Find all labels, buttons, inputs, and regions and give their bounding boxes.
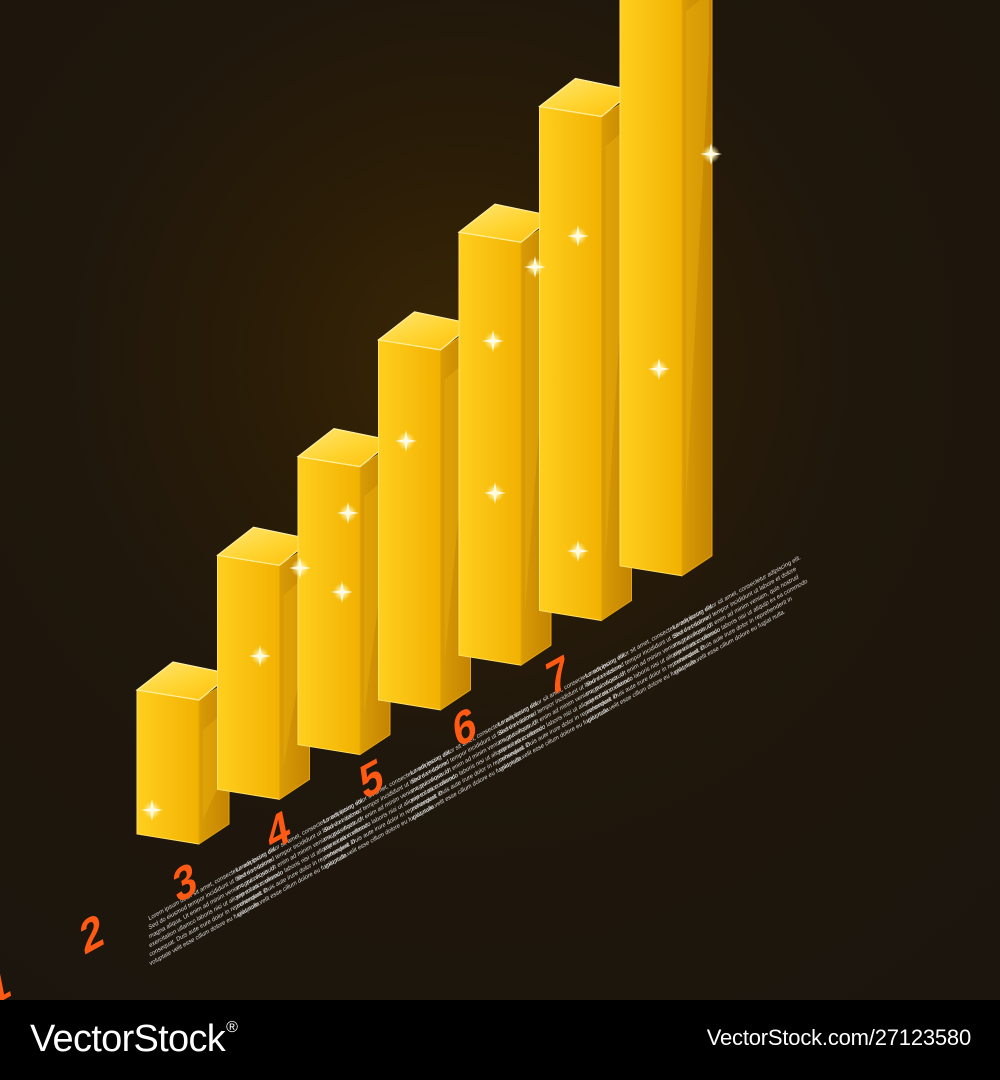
bar-7 — [619, 0, 713, 577]
category-label-1: 1 — [0, 954, 14, 1000]
bar-4 — [377, 311, 474, 711]
bar-front-face — [136, 689, 200, 845]
bar-front-face — [217, 554, 280, 800]
category-label-2: 2 — [76, 902, 107, 965]
trademark-symbol: ® — [226, 1019, 238, 1036]
bar-front-face — [458, 231, 522, 666]
bar-6 — [538, 77, 635, 622]
bar-front-face — [378, 339, 441, 711]
isometric-bar-chart: 1Lorem ipsum dolor sit amet, consectetur… — [0, 0, 809, 1000]
bar-front-face — [619, 0, 683, 577]
bar-front-face — [539, 105, 602, 622]
brand-name: VectorStock — [30, 1018, 226, 1060]
watermark-footer: VectorStock® VectorStock.com/27123580 — [0, 1000, 1000, 1080]
vectorstock-logo: VectorStock® — [30, 1018, 238, 1061]
bar-front-face — [297, 456, 361, 756]
chart-stage: 1 Lorem ipsum dolor sit amet, consectetur… — [0, 0, 1000, 1000]
bars-group — [135, 0, 713, 845]
image-id-url: VectorStock.com/27123580 — [706, 1025, 971, 1050]
